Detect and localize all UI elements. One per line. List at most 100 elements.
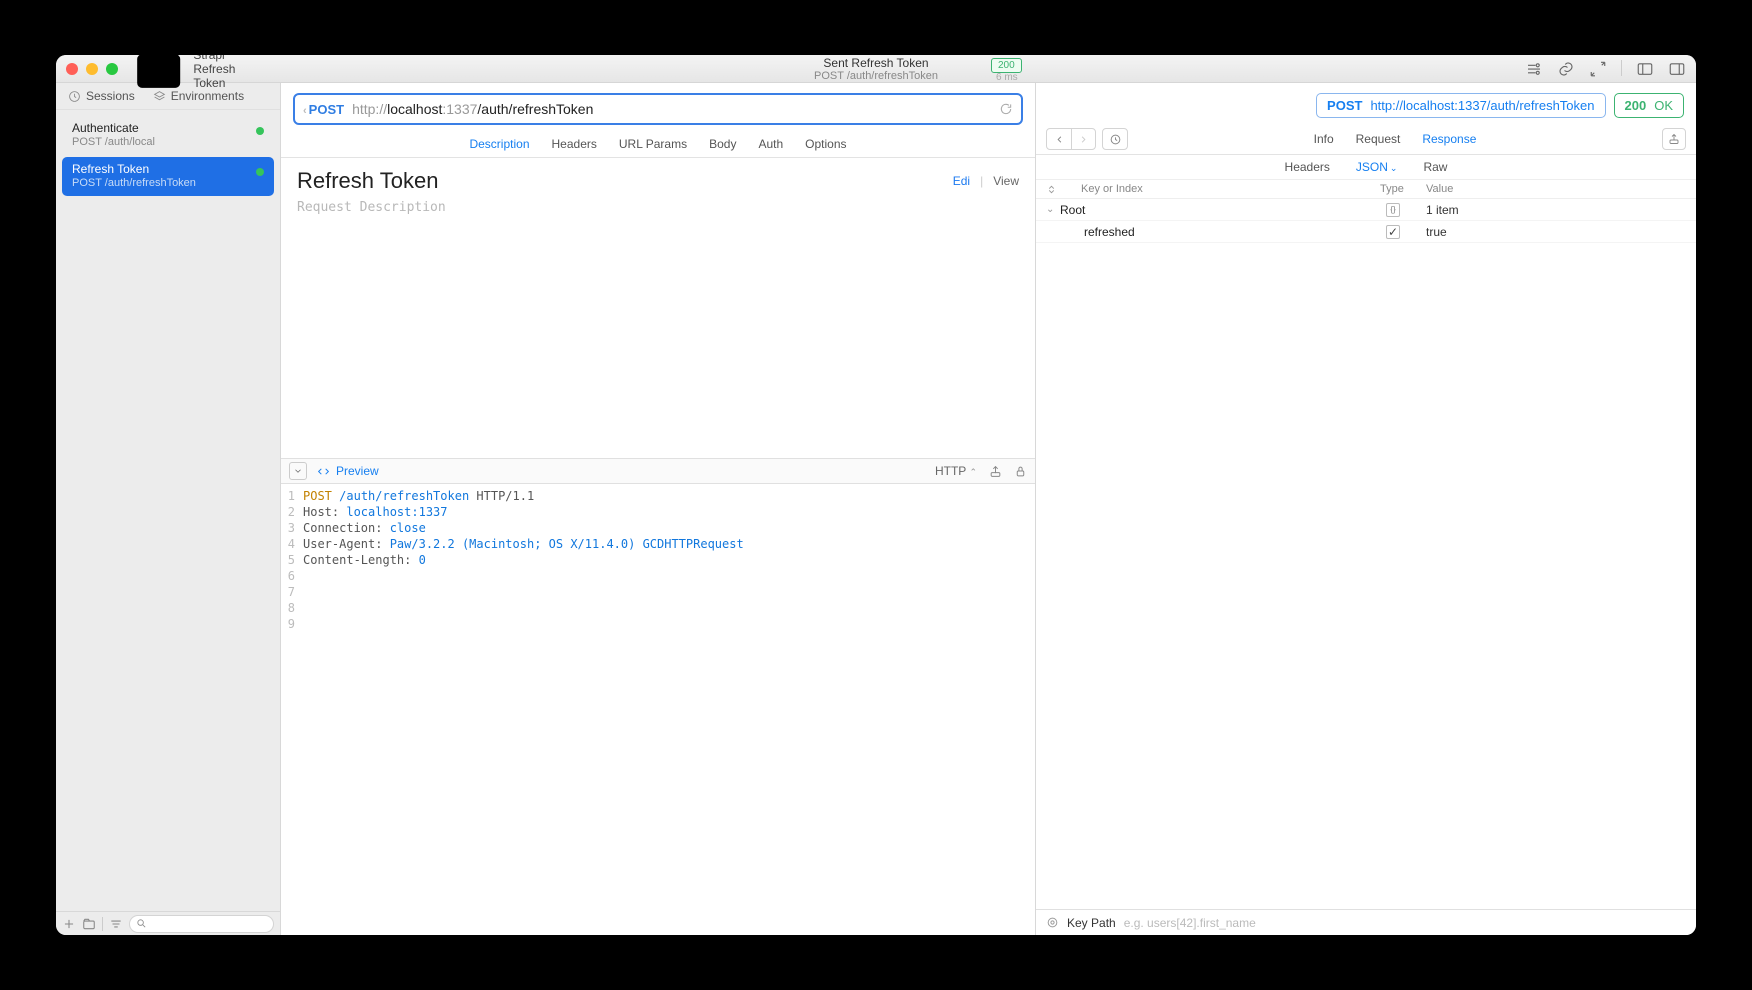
response-url-pill: POST http://localhost:1337/auth/refreshT… — [1316, 93, 1605, 118]
sidebar-bottom-toolbar — [56, 911, 280, 935]
subtab-json[interactable]: JSON⌄ — [1356, 160, 1398, 174]
url-bar[interactable]: POST http://localhost:1337/auth/refreshT… — [293, 93, 1023, 125]
tab-sessions-label: Sessions — [86, 89, 135, 103]
json-row[interactable]: refreshed ✓ true — [1036, 221, 1696, 243]
history-back-button[interactable] — [1047, 129, 1071, 149]
status-badge: 200 — [991, 58, 1022, 73]
tab-options[interactable]: Options — [805, 137, 846, 151]
request-list: Authenticate POST /auth/local Refresh To… — [56, 110, 280, 911]
add-icon[interactable] — [62, 917, 76, 931]
header-center: Sent Refresh Token POST /auth/refreshTok… — [814, 56, 938, 82]
json-key: Root — [1060, 203, 1386, 217]
code-icon — [317, 465, 330, 478]
window-controls — [66, 63, 118, 75]
panel-right-icon[interactable] — [1668, 60, 1686, 78]
panel-left-icon[interactable] — [1636, 60, 1654, 78]
json-tree: ⌄ Root {} 1 item refreshed ✓ true — [1036, 199, 1696, 909]
history-button[interactable] — [1102, 128, 1128, 150]
separator: | — [980, 174, 983, 188]
separator — [1621, 60, 1622, 76]
object-type-icon: {} — [1386, 203, 1400, 217]
response-subtabs: Headers JSON⌄ Raw — [1036, 155, 1696, 180]
code-lang-select[interactable]: HTTP ⌃ — [935, 464, 977, 478]
response-panel: POST http://localhost:1337/auth/refreshT… — [1036, 83, 1696, 935]
description-placeholder[interactable]: Request Description — [297, 200, 1019, 215]
chevron-down-icon[interactable]: ⌄ — [1046, 204, 1060, 215]
close-window-button[interactable] — [66, 63, 78, 75]
request-panel: POST http://localhost:1337/auth/refreshT… — [281, 83, 1036, 935]
edit-button[interactable]: Edi — [953, 174, 970, 188]
json-columns-header: Key or Index Type Value — [1036, 180, 1696, 199]
toggle-preview-button[interactable] — [289, 462, 307, 480]
sidebar-search[interactable] — [129, 915, 274, 933]
share-icon[interactable] — [989, 465, 1002, 478]
tab-response[interactable]: Response — [1422, 132, 1476, 146]
lock-icon[interactable] — [1014, 465, 1027, 478]
json-root-row[interactable]: ⌄ Root {} 1 item — [1036, 199, 1696, 221]
description-actions: Edi | View — [953, 174, 1019, 188]
code-body[interactable]: 1POST /auth/refreshToken HTTP/1.1 2Host:… — [281, 484, 1035, 935]
boolean-type-icon: ✓ — [1386, 225, 1400, 239]
main-body: Sessions Environments Authenticate POST … — [56, 83, 1696, 935]
toolbar-right — [1525, 60, 1686, 78]
search-icon — [136, 918, 147, 929]
project-icon — [130, 55, 187, 97]
folder-icon[interactable] — [82, 917, 96, 931]
subtab-headers[interactable]: Headers — [1285, 160, 1330, 174]
zoom-window-button[interactable] — [106, 63, 118, 75]
response-summary: POST http://localhost:1337/auth/refreshT… — [1036, 83, 1696, 124]
keypath-label: Key Path — [1067, 916, 1116, 930]
col-value: Value — [1426, 183, 1686, 195]
collapse-icon[interactable] — [1046, 184, 1057, 195]
history-forward-button[interactable] — [1071, 129, 1095, 149]
view-button[interactable]: View — [993, 174, 1019, 188]
tab-info[interactable]: Info — [1314, 132, 1334, 146]
tab-body[interactable]: Body — [709, 137, 736, 151]
sort-icon[interactable] — [109, 917, 123, 931]
project-name: Strapi Refresh Token — [193, 55, 247, 90]
history-icon — [68, 90, 81, 103]
expand-icon[interactable] — [1589, 60, 1607, 78]
tab-request[interactable]: Request — [1356, 132, 1401, 146]
request-path: POST /auth/local — [72, 136, 264, 150]
sidebar-item-refresh-token[interactable]: Refresh Token POST /auth/refreshToken — [62, 157, 274, 196]
request-tabs: Description Headers URL Params Body Auth… — [281, 131, 1035, 158]
tab-auth[interactable]: Auth — [758, 137, 783, 151]
status-time: 6 ms — [996, 72, 1018, 83]
preview-label[interactable]: Preview — [317, 464, 379, 478]
sidebar: Sessions Environments Authenticate POST … — [56, 83, 281, 935]
code-preview-header: Preview HTTP ⌃ — [281, 458, 1035, 484]
tab-url-params[interactable]: URL Params — [619, 137, 687, 151]
request-path: POST /auth/refreshToken — [72, 177, 264, 191]
col-type: Type — [1380, 183, 1420, 195]
project-title: Strapi Refresh Token — [130, 55, 248, 97]
tab-sessions[interactable]: Sessions — [68, 89, 135, 103]
description-area: Refresh Token Edi | View Request Descrip… — [281, 158, 1035, 458]
url-bar-row: POST http://localhost:1337/auth/refreshT… — [281, 83, 1035, 131]
keypath-bar: Key Path — [1036, 909, 1696, 935]
http-method[interactable]: POST — [303, 102, 344, 117]
export-button[interactable] — [1662, 128, 1686, 150]
response-status-pill: 200 OK — [1614, 93, 1685, 118]
target-icon[interactable] — [1046, 916, 1059, 929]
tab-description[interactable]: Description — [469, 137, 529, 151]
request-title[interactable]: Refresh Token — [297, 168, 438, 194]
titlebar: Strapi Refresh Token Sent Refresh Token … — [56, 55, 1696, 83]
response-url: http://localhost:1337/auth/refreshToken — [1370, 98, 1594, 113]
minimize-window-button[interactable] — [86, 63, 98, 75]
url-input[interactable]: http://localhost:1337/auth/refreshToken — [352, 101, 991, 117]
subtab-raw[interactable]: Raw — [1423, 160, 1447, 174]
keypath-input[interactable] — [1124, 916, 1686, 930]
history-nav — [1046, 128, 1096, 150]
response-method: POST — [1327, 98, 1362, 113]
response-tabs-bar: Info Request Response — [1036, 124, 1696, 155]
settings-icon[interactable] — [1525, 60, 1543, 78]
tab-headers[interactable]: Headers — [552, 137, 597, 151]
reload-icon[interactable] — [999, 102, 1013, 116]
request-name: Refresh Token — [72, 162, 264, 177]
header-title: Sent Refresh Token — [814, 56, 938, 70]
link-icon[interactable] — [1557, 60, 1575, 78]
header-subtitle: POST /auth/refreshToken — [814, 70, 938, 82]
sidebar-item-authenticate[interactable]: Authenticate POST /auth/local — [62, 116, 274, 155]
col-key: Key or Index — [1063, 183, 1374, 195]
